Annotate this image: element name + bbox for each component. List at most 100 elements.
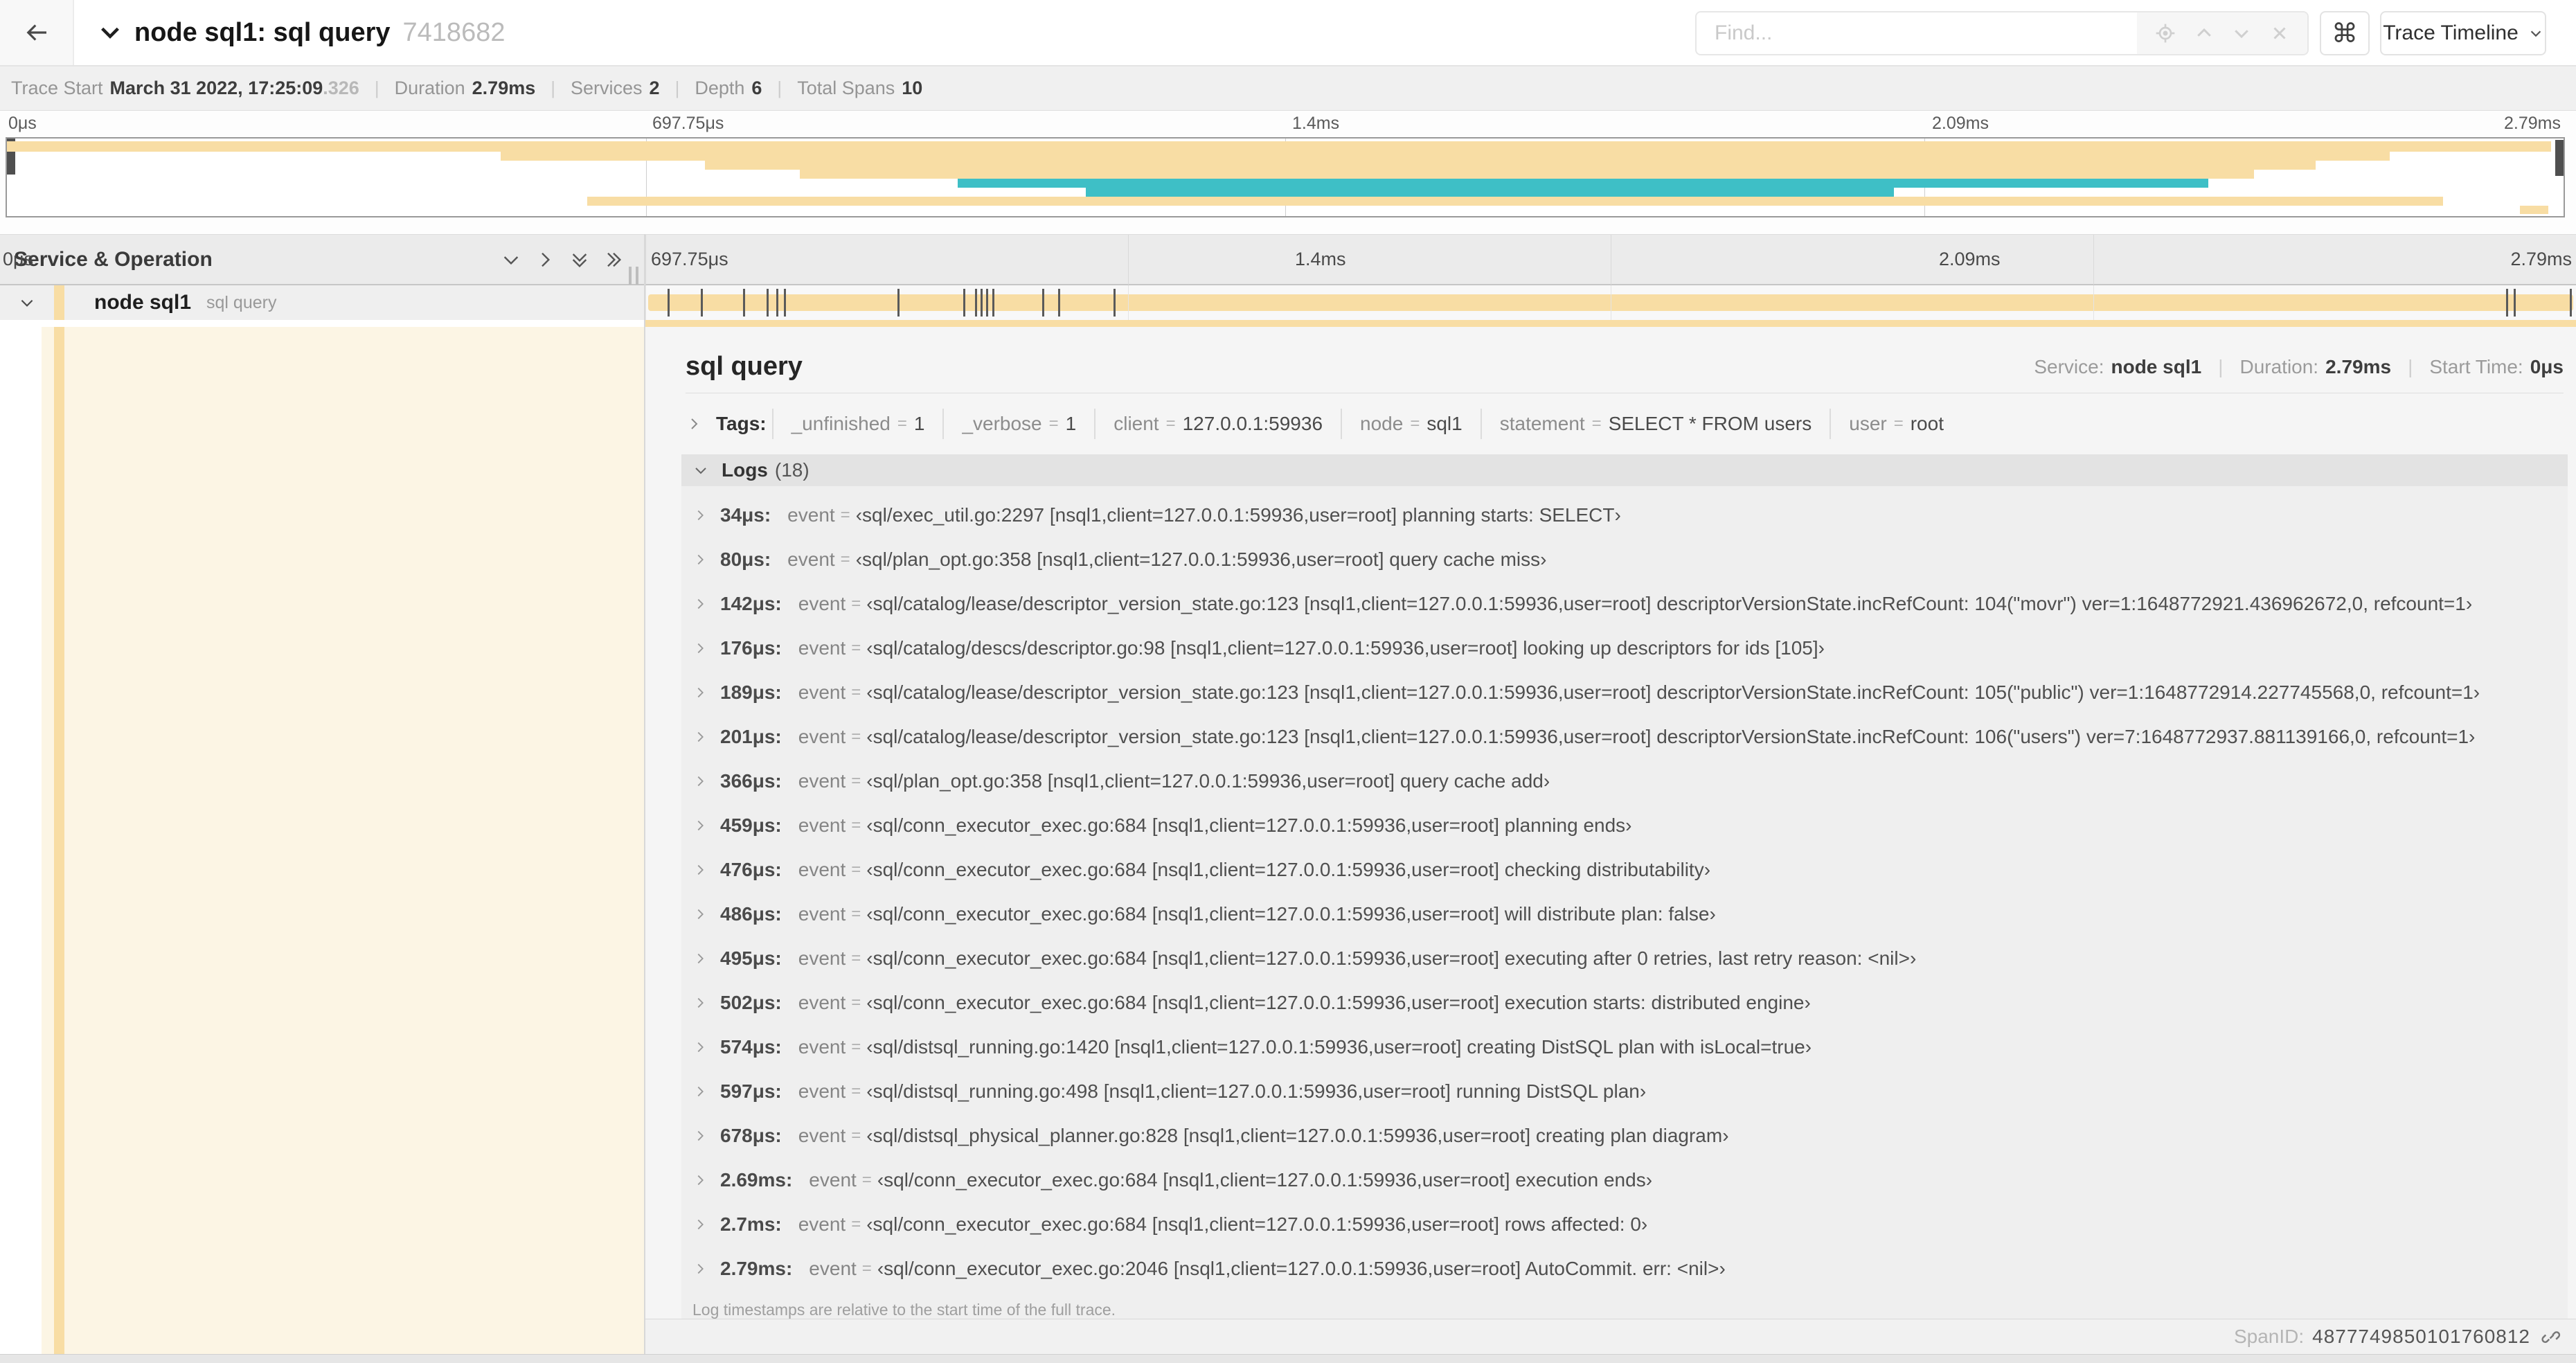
divider: | bbox=[374, 78, 379, 98]
log-field-key: event bbox=[798, 947, 846, 969]
log-marker bbox=[783, 289, 786, 317]
equals-sign: = bbox=[851, 860, 861, 879]
duration-label: Duration: bbox=[2239, 355, 2319, 377]
tag-item[interactable]: user = root bbox=[1830, 409, 1962, 439]
view-selector-button[interactable]: Trace Timeline bbox=[2380, 11, 2546, 55]
back-button[interactable] bbox=[0, 0, 74, 65]
log-field-key: event bbox=[798, 682, 846, 703]
log-row[interactable]: 597μs: event = ‹sql/distsql_running.go:498 … bbox=[681, 1069, 2568, 1114]
log-field-value: ‹sql/conn_executor_exec.go:684 [nsql1,cl… bbox=[866, 947, 1917, 969]
prev-match-icon[interactable] bbox=[2194, 23, 2215, 44]
log-row[interactable]: 34μs: event = ‹sql/exec_util.go:2297 [nsql1… bbox=[681, 493, 2568, 537]
log-field-value: ‹sql/plan_opt.go:358 [nsql1,client=127.0… bbox=[866, 770, 1550, 792]
log-field-value: ‹sql/distsql_physical_planner.go:828 [ns… bbox=[866, 1125, 1729, 1146]
tag-item[interactable]: client = 127.0.0.1:59936 bbox=[1094, 409, 1341, 439]
log-row[interactable]: 201μs: event = ‹sql/catalog/lease/descripto… bbox=[681, 715, 2568, 759]
log-timestamp: 574μs: bbox=[720, 1036, 782, 1058]
log-row[interactable]: 502μs: event = ‹sql/conn_executor_exec.go:6… bbox=[681, 981, 2568, 1025]
log-row[interactable]: 2.79ms: event = ‹sql/conn_executor_exec.go:… bbox=[681, 1247, 2568, 1291]
chevron-down-icon[interactable] bbox=[18, 294, 36, 312]
next-match-icon[interactable] bbox=[2231, 23, 2252, 44]
collapse-one-icon[interactable] bbox=[500, 249, 522, 271]
tag-item[interactable]: _unfinished = 1 bbox=[771, 409, 943, 439]
log-row[interactable]: 678μs: event = ‹sql/distsql_physical_planne… bbox=[681, 1114, 2568, 1158]
log-row[interactable]: 486μs: event = ‹sql/conn_executor_exec.go:6… bbox=[681, 892, 2568, 936]
equals-sign: = bbox=[851, 993, 861, 1012]
equals-sign: = bbox=[861, 1259, 872, 1278]
chevron-right-icon bbox=[692, 1173, 708, 1188]
chevron-down-icon bbox=[2528, 26, 2543, 41]
log-row[interactable]: 2.7ms: event = ‹sql/conn_executor_exec.go:6… bbox=[681, 1202, 2568, 1247]
logs-title: Logs bbox=[722, 459, 768, 481]
minimap-span-bar bbox=[500, 152, 2390, 161]
log-row[interactable]: 176μs: event = ‹sql/catalog/descs/descripto… bbox=[681, 626, 2568, 670]
collapse-all-icon[interactable] bbox=[569, 249, 591, 271]
log-field-value: ‹sql/catalog/lease/descriptor_version_st… bbox=[866, 593, 2473, 614]
log-marker bbox=[963, 289, 966, 317]
tick-label: 2.09ms bbox=[1939, 249, 2001, 269]
chevron-right-icon bbox=[692, 552, 708, 567]
chevron-down-icon[interactable] bbox=[98, 21, 122, 44]
log-field-key: event bbox=[798, 903, 846, 925]
link-icon[interactable] bbox=[2541, 1326, 2562, 1347]
trace-start-value: March 31 2022, 17:25:09 bbox=[109, 78, 323, 98]
minimap-span-bar bbox=[704, 161, 2316, 170]
tag-item[interactable]: statement = SELECT * FROM users bbox=[1480, 409, 1830, 439]
equals-sign: = bbox=[1591, 414, 1602, 433]
find-box bbox=[1695, 11, 2309, 55]
log-timestamp: 201μs: bbox=[720, 726, 782, 747]
span-row-name-column[interactable]: node sql1 sql query bbox=[0, 285, 644, 320]
chevron-right-icon bbox=[692, 685, 708, 700]
log-field-value: ‹sql/conn_executor_exec.go:684 [nsql1,cl… bbox=[866, 992, 1811, 1013]
expand-all-icon[interactable] bbox=[602, 249, 625, 271]
minimap-span-bar bbox=[587, 197, 2444, 206]
tick-label: 1.4ms bbox=[1295, 249, 1346, 269]
log-row[interactable]: 476μs: event = ‹sql/conn_executor_exec.go:6… bbox=[681, 848, 2568, 892]
equals-sign: = bbox=[851, 639, 861, 657]
top-bar: node sql1: sql query 7418682 ⌘ bbox=[0, 0, 2576, 66]
log-row[interactable]: 495μs: event = ‹sql/conn_executor_exec.go:6… bbox=[681, 936, 2568, 981]
viewport-right-handle[interactable] bbox=[2555, 140, 2564, 176]
span-row[interactable]: node sql1 sql query bbox=[0, 285, 2576, 320]
tag-item[interactable]: node = sql1 bbox=[1341, 409, 1481, 439]
log-row[interactable]: 2.69ms: event = ‹sql/conn_executor_exec.go:… bbox=[681, 1158, 2568, 1202]
tag-item[interactable]: _verbose = 1 bbox=[942, 409, 1094, 439]
minimap-canvas[interactable] bbox=[6, 137, 2565, 217]
equals-sign: = bbox=[851, 1126, 861, 1145]
span-row-timeline[interactable] bbox=[645, 285, 2576, 320]
logs-header[interactable]: Logs (18) bbox=[681, 454, 2568, 486]
minimap-span-bar bbox=[958, 179, 2208, 188]
log-row[interactable]: 366μs: event = ‹sql/plan_opt.go:358 [nsql1,… bbox=[681, 759, 2568, 803]
clear-search-icon[interactable] bbox=[2269, 23, 2290, 44]
log-row[interactable]: 80μs: event = ‹sql/plan_opt.go:358 [nsql1,c… bbox=[681, 537, 2568, 582]
log-field-value: ‹sql/distsql_running.go:498 [nsql1,clien… bbox=[866, 1080, 1647, 1102]
column-resize-grip[interactable] bbox=[629, 267, 638, 285]
log-field-key: event bbox=[798, 1036, 846, 1058]
log-timestamp: 366μs: bbox=[720, 770, 782, 792]
log-row[interactable]: 574μs: event = ‹sql/distsql_running.go:1420… bbox=[681, 1025, 2568, 1069]
span-detail-operation: sql query bbox=[686, 352, 803, 381]
log-row[interactable]: 189μs: event = ‹sql/catalog/lease/descripto… bbox=[681, 670, 2568, 715]
span-detail-header: sql query Service: node sql1 | Duration:… bbox=[686, 341, 2564, 393]
service-operation-header: Service & Operation bbox=[14, 248, 213, 271]
log-field-key: event bbox=[809, 1258, 857, 1279]
find-tools bbox=[2137, 12, 2307, 54]
expand-one-icon[interactable] bbox=[534, 249, 556, 271]
tags-row[interactable]: Tags: _unfinished = 1 _verbose = 1 client = 127.… bbox=[686, 404, 2564, 443]
equals-sign: = bbox=[897, 414, 907, 433]
duration-value: 2.79ms bbox=[2325, 355, 2392, 377]
equals-sign: = bbox=[840, 550, 850, 569]
log-row[interactable]: 142μs: event = ‹sql/catalog/lease/descripto… bbox=[681, 582, 2568, 626]
log-marker bbox=[766, 289, 769, 317]
log-field-key: event bbox=[798, 637, 846, 659]
find-input[interactable] bbox=[1697, 12, 2137, 54]
keyboard-shortcuts-button[interactable]: ⌘ bbox=[2320, 11, 2370, 55]
locate-icon[interactable] bbox=[2154, 22, 2176, 44]
horizontal-scrollbar[interactable] bbox=[0, 1354, 2576, 1363]
log-row[interactable]: 459μs: event = ‹sql/conn_executor_exec.go:6… bbox=[681, 803, 2568, 848]
log-marker bbox=[743, 289, 746, 317]
log-marker bbox=[992, 289, 994, 317]
detail-row-left-column bbox=[42, 327, 644, 1363]
log-field-value: ‹sql/plan_opt.go:358 [nsql1,client=127.0… bbox=[855, 549, 1547, 570]
tick-label: 2.79ms bbox=[2510, 249, 2572, 269]
